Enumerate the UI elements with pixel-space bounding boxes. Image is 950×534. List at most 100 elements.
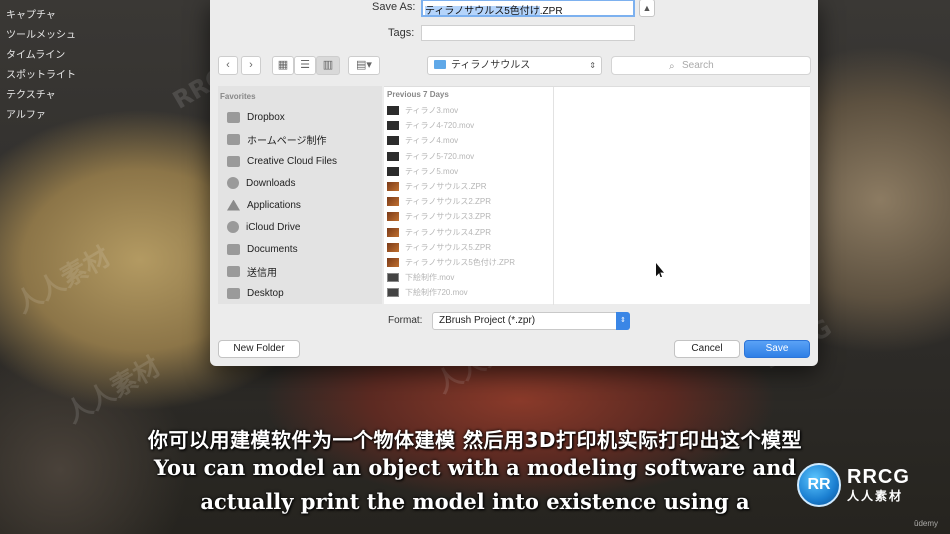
movie-file-icon	[387, 106, 399, 116]
save-as-extension: .ZPR	[539, 6, 563, 17]
menu-item-alpha[interactable]: アルファ	[6, 106, 116, 126]
file-row[interactable]: 下絵制作.mov	[384, 270, 553, 285]
sidebar-item-label: Documents	[247, 243, 298, 255]
cancel-button[interactable]: Cancel	[674, 340, 740, 358]
file-browser: Previous 7 Days ティラノ3.mov ティラノ4-720.mov ティ…	[384, 86, 810, 305]
group-menu-button[interactable]: ▤▾	[348, 56, 380, 75]
zpr-file-icon	[387, 242, 399, 252]
column-view-button[interactable]: ▥	[316, 56, 340, 75]
tags-input[interactable]	[421, 25, 635, 41]
zpr-file-icon	[387, 182, 399, 192]
chevron-up-icon: ▲	[642, 3, 652, 13]
file-row[interactable]: ティラノサウルス5.ZPR	[384, 240, 553, 255]
file-row[interactable]: ティラノサウルス4.ZPR	[384, 225, 553, 240]
folder-icon	[227, 265, 240, 277]
chevron-right-icon: ›	[249, 59, 253, 71]
file-row[interactable]: ティラノ4-720.mov	[384, 118, 553, 133]
logo-text-cn: 人人素材	[847, 488, 904, 503]
browser-column: Previous 7 Days ティラノ3.mov ティラノ4-720.mov ティ…	[384, 87, 554, 305]
file-row[interactable]: ティラノサウルス.ZPR	[384, 179, 553, 194]
cloud-icon	[227, 221, 239, 233]
file-name: ティラノサウルス4.ZPR	[405, 227, 492, 237]
file-name: ティラノサウルス5.ZPR	[405, 242, 492, 252]
menu-item-tool-mesh[interactable]: ツールメッシュ	[6, 26, 116, 46]
file-row[interactable]: ティラノサウルス5色付け.ZPR	[384, 255, 553, 270]
file-name: 下絵制作.mov	[405, 273, 455, 283]
zpr-file-icon	[387, 197, 399, 207]
file-row[interactable]: ティラノ5-720.mov	[384, 149, 553, 164]
list-icon: ☰	[300, 59, 310, 71]
sidebar-item-label: Creative Cloud Files	[247, 155, 338, 167]
file-row[interactable]: ティラノサウルス3.ZPR	[384, 209, 553, 224]
forward-button[interactable]: ›	[241, 56, 261, 75]
menu-item-texture[interactable]: テクスチャ	[6, 86, 116, 106]
zpr-file-icon	[387, 257, 399, 267]
menu-item-capture[interactable]: キャプチャ	[6, 6, 116, 26]
file-list: ティラノ3.mov ティラノ4-720.mov ティラノ4.mov ティラノ5-720…	[384, 103, 553, 300]
sidebar-item-creative-cloud[interactable]: Creative Cloud Files	[218, 150, 382, 172]
save-as-label: Save As:	[372, 1, 416, 13]
document-icon	[227, 243, 240, 255]
menu-item-timeline[interactable]: タイムライン	[6, 46, 116, 66]
search-input[interactable]: ⌕ Search	[611, 56, 811, 75]
file-row[interactable]: ティラノ4.mov	[384, 133, 553, 148]
subtitle-chinese: 你可以用建模软件为一个物体建模 然后用3D打印机实际打印出这个模型	[148, 428, 802, 452]
file-name: ティラノ4.mov	[405, 136, 459, 146]
rrcg-logo: RR RRCG 人人素材	[797, 463, 910, 507]
sidebar-item-label: Desktop	[247, 287, 284, 299]
sidebar-item-label: Downloads	[246, 177, 296, 189]
file-name: ティラノサウルス2.ZPR	[405, 197, 492, 207]
new-folder-button[interactable]: New Folder	[218, 340, 300, 358]
back-button[interactable]: ‹	[218, 56, 238, 75]
sidebar-item-desktop[interactable]: Desktop	[218, 282, 382, 304]
menu-item-spotlight[interactable]: スポットライト	[6, 66, 116, 86]
save-button[interactable]: Save	[744, 340, 810, 358]
sidebar-item-icloud[interactable]: iCloud Drive	[218, 216, 382, 238]
file-name: ティラノサウルス.ZPR	[405, 182, 487, 192]
sidebar-item-applications[interactable]: Applications	[218, 194, 382, 216]
chevron-left-icon: ‹	[226, 59, 230, 71]
format-label: Format:	[388, 315, 423, 326]
favorites-heading: Favorites	[220, 92, 256, 101]
icon-view-button[interactable]: ▦	[272, 56, 294, 75]
file-row[interactable]: ティラノ5.mov	[384, 164, 553, 179]
updown-arrows-icon: ⇕	[589, 61, 596, 70]
file-name: ティラノ5.mov	[405, 166, 459, 176]
sidebar-item-documents[interactable]: Documents	[218, 238, 382, 260]
sidebar-item-downloads[interactable]: Downloads	[218, 172, 382, 194]
zpr-file-icon	[387, 212, 399, 222]
file-row[interactable]: ティラノサウルス2.ZPR	[384, 194, 553, 209]
save-dialog: Save As: ティラノサウルス5色付け.ZPR ▲ Tags: ‹ › ▦ …	[210, 0, 818, 366]
file-name: ティラノサウルス5色付け.ZPR	[405, 257, 516, 267]
file-row[interactable]: 下絵制作720.mov	[384, 285, 553, 300]
sidebar-item-dropbox[interactable]: Dropbox	[218, 106, 382, 128]
search-icon: ⌕	[669, 61, 675, 72]
sidebar-item-label: 送信用	[247, 267, 277, 279]
column-heading: Previous 7 Days	[387, 90, 449, 99]
file-row[interactable]: ティラノ3.mov	[384, 103, 553, 118]
collapse-dialog-button[interactable]: ▲	[639, 0, 655, 17]
zpr-file-icon	[387, 227, 399, 237]
grid-icon: ▦	[277, 59, 289, 71]
movie-file-icon	[387, 288, 399, 298]
format-value: ZBrush Project (*.zpr)	[439, 315, 536, 326]
list-view-button[interactable]: ☰	[294, 56, 316, 75]
format-select[interactable]: ZBrush Project (*.zpr) ⇕	[432, 312, 630, 330]
applications-icon	[227, 199, 240, 211]
folder-icon	[434, 60, 446, 69]
save-as-row: Save As: ティラノサウルス5色付け.ZPR ▲	[210, 0, 818, 18]
search-placeholder: Search	[682, 60, 714, 71]
favorites-sidebar: Favorites Dropbox ホームページ制作 Creative Clou…	[218, 86, 382, 304]
save-as-selected-text: ティラノサウルス5色付け	[425, 6, 540, 17]
logo-text-rrcg: RRCG	[847, 465, 910, 488]
sidebar-item-send[interactable]: 送信用	[218, 260, 382, 282]
sidebar-item-homepage[interactable]: ホームページ制作	[218, 128, 382, 150]
file-name: ティラノ5-720.mov	[405, 151, 475, 161]
movie-file-icon	[387, 136, 399, 146]
save-as-input[interactable]: ティラノサウルス5色付け.ZPR	[421, 0, 635, 17]
file-name: 下絵制作720.mov	[405, 288, 468, 298]
location-select[interactable]: ティラノサウルス ⇕	[427, 56, 602, 75]
sidebar-item-label: Applications	[247, 199, 301, 211]
desktop-icon	[227, 287, 240, 299]
file-name: ティラノサウルス3.ZPR	[405, 212, 492, 222]
